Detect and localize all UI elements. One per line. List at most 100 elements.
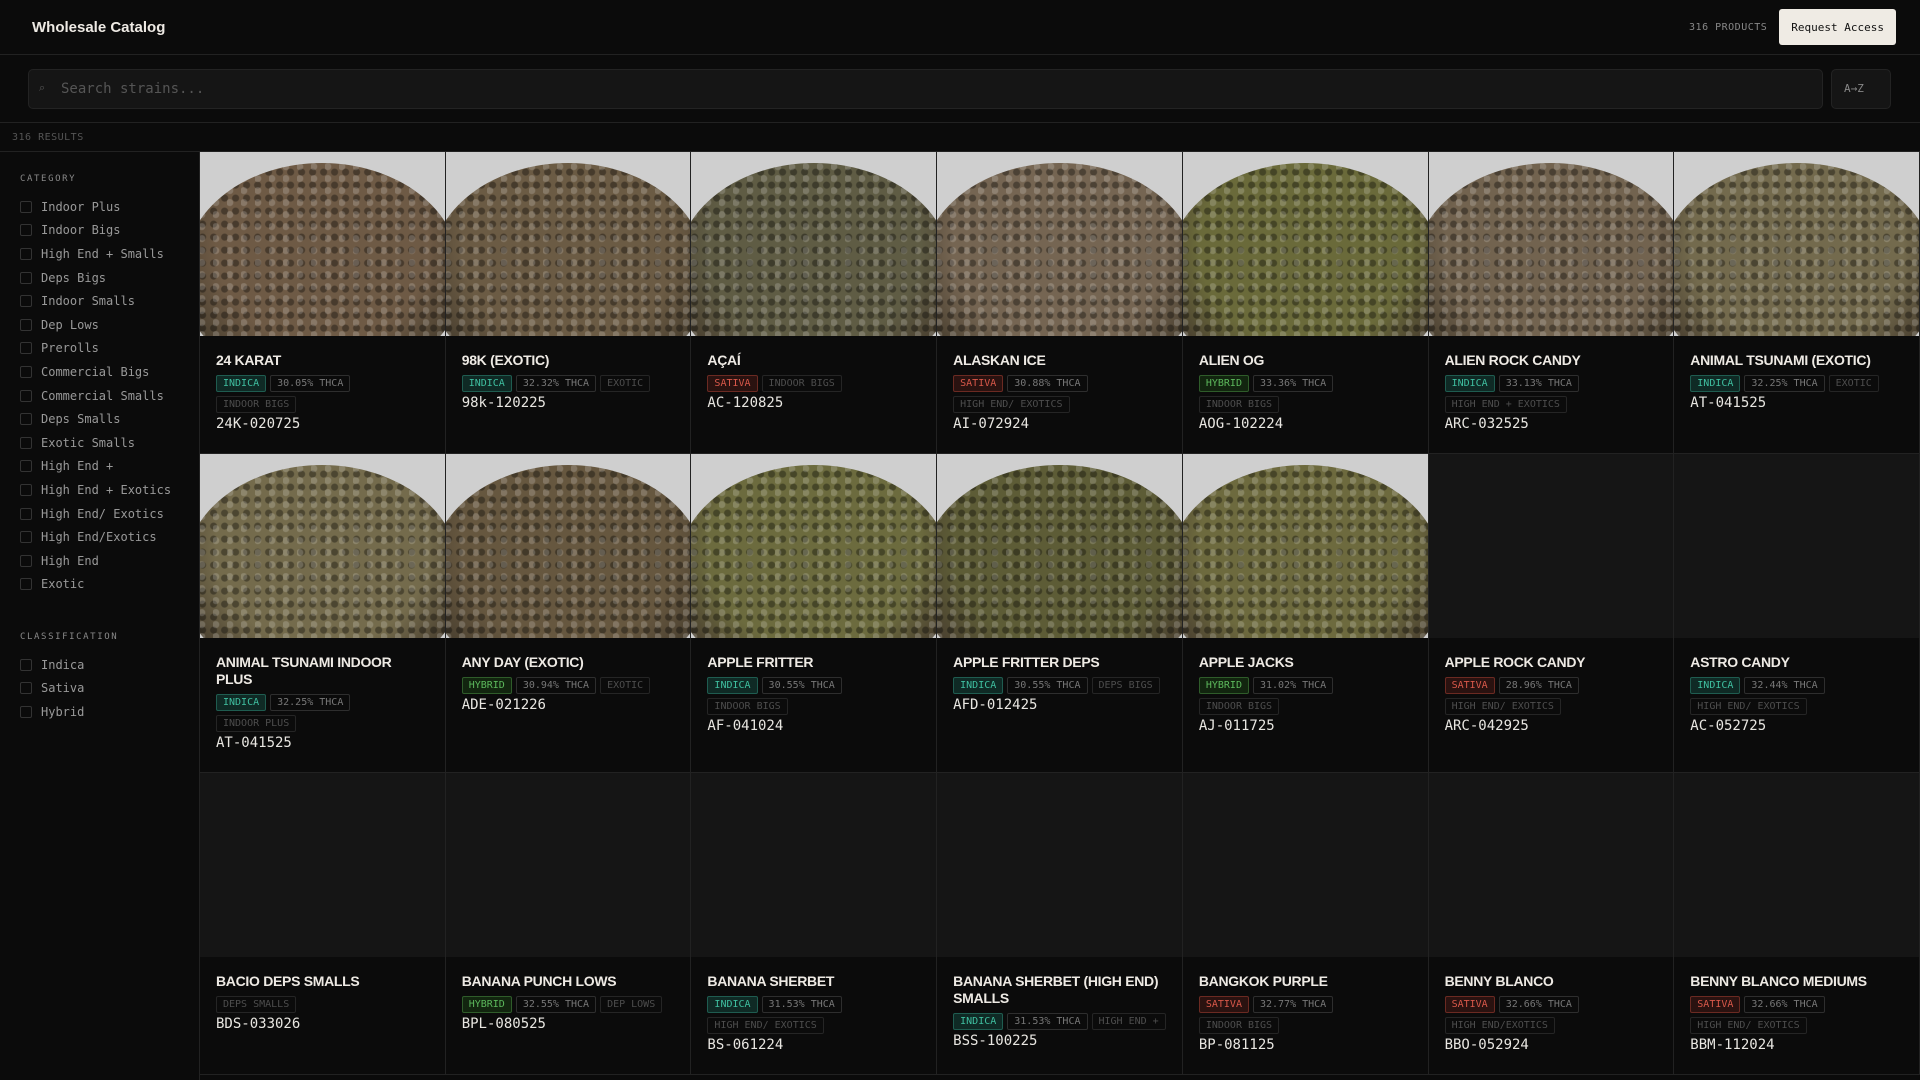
product-card[interactable]: 98K (EXOTIC) INDICA 32.32% THCA EXOTIC 98k-1… — [445, 152, 692, 454]
category-filter[interactable]: Commercial Bigs — [20, 360, 199, 384]
checkbox[interactable] — [20, 531, 32, 544]
product-image[interactable] — [1182, 454, 1428, 638]
checkbox[interactable] — [20, 318, 32, 331]
product-name: APPLE FRITTER — [707, 654, 814, 670]
product-code: AJ-011725 — [1198, 718, 1275, 734]
product-image[interactable] — [1428, 152, 1674, 336]
checkbox[interactable] — [20, 224, 32, 237]
category-filter[interactable]: Indoor Smalls — [20, 289, 199, 313]
product-card[interactable]: APPLE ROCK CANDY SATIVA 28.96% THCA HIGH EN… — [1428, 454, 1675, 773]
product-card[interactable]: BENNY BLANCO MEDIUMS SATIVA 32.66% THCA HIG… — [1674, 773, 1920, 1075]
classification-badge: SATIVA — [953, 375, 1004, 392]
classification-filter[interactable]: Hybrid — [20, 700, 199, 724]
checkbox[interactable] — [20, 706, 32, 719]
checkbox[interactable] — [20, 413, 32, 426]
classification-filter[interactable]: Indica — [20, 653, 199, 677]
sort-button[interactable]: A→Z — [1831, 68, 1891, 109]
search-box[interactable]: ⌕ — [28, 68, 1823, 109]
category-filter[interactable]: High End + Exotics — [20, 478, 199, 502]
checkbox[interactable] — [20, 554, 32, 567]
product-card[interactable]: ALIEN ROCK CANDY INDICA 33.13% THCA HIGH EN… — [1428, 152, 1675, 454]
product-image[interactable] — [445, 152, 691, 336]
product-card[interactable]: ANIMAL TSUNAMI INDOOR PLUS INDICA 32.25% T… — [200, 454, 446, 773]
product-code: AF-041024 — [707, 718, 784, 734]
product-card[interactable]: APPLE FRITTER INDICA 30.55% THCA INDOOR BIG… — [691, 454, 938, 773]
product-card[interactable]: 24 KARAT INDICA 30.05% THCA INDOOR BIGS 24K-… — [200, 152, 446, 454]
category-filter[interactable]: Commercial Smalls — [20, 384, 199, 408]
category-filter[interactable]: Exotic Smalls — [20, 431, 199, 455]
category-filter[interactable]: Indoor Bigs — [20, 219, 199, 243]
category-filter[interactable]: Exotic — [20, 573, 199, 597]
product-image[interactable] — [200, 454, 445, 638]
product-image[interactable] — [200, 152, 445, 336]
product-card[interactable]: ASTRO CANDY INDICA 32.44% THCA HIGH END/ EX… — [1674, 454, 1920, 773]
product-image-placeholder[interactable] — [1182, 773, 1428, 957]
request-access-button[interactable]: Request Access — [1779, 9, 1896, 45]
checkbox[interactable] — [20, 460, 32, 473]
checkbox[interactable] — [20, 658, 32, 671]
product-card[interactable]: ANY DAY (EXOTIC) HYBRID 30.94% THCA EXOTIC A… — [445, 454, 692, 773]
product-image-placeholder[interactable] — [445, 773, 691, 957]
checkbox[interactable] — [20, 436, 32, 449]
product-image[interactable] — [1674, 152, 1919, 336]
checkbox[interactable] — [20, 483, 32, 496]
classification-filter[interactable]: Sativa — [20, 677, 199, 701]
checkbox[interactable] — [20, 682, 32, 695]
checkbox[interactable] — [20, 389, 32, 402]
checkbox[interactable] — [20, 507, 32, 520]
category-filter[interactable]: Dep Lows — [20, 313, 199, 337]
product-image-placeholder[interactable] — [1674, 773, 1919, 957]
product-image[interactable] — [691, 454, 937, 638]
product-image[interactable] — [937, 454, 1182, 638]
product-image[interactable] — [1182, 152, 1428, 336]
product-card[interactable]: BANANA SHERBET (HIGH END) SMALLS INDICA 31… — [937, 773, 1183, 1075]
product-card[interactable]: ALASKAN ICE SATIVA 30.88% THCA HIGH END/ EX… — [937, 152, 1183, 454]
checkbox[interactable] — [20, 578, 32, 591]
checkbox[interactable] — [20, 247, 32, 260]
product-image-placeholder[interactable] — [1428, 454, 1674, 638]
category-filter[interactable]: Deps Bigs — [20, 266, 199, 290]
product-card[interactable]: APPLE FRITTER DEPS INDICA 30.55% THCA DEPS … — [937, 454, 1183, 773]
product-image-placeholder[interactable] — [691, 773, 937, 957]
product-card[interactable]: APPLE JACKS HYBRID 31.02% THCA INDOOR BIGS A… — [1182, 454, 1429, 773]
checkbox[interactable] — [20, 365, 32, 378]
category-filter[interactable]: High End/ Exotics — [20, 502, 199, 526]
product-card[interactable]: ANIMAL TSUNAMI (EXOTIC) INDICA 32.25% THCA… — [1674, 152, 1920, 454]
product-card[interactable]: BANGKOK PURPLE SATIVA 32.77% THCA INDOOR BI… — [1182, 773, 1429, 1075]
product-card[interactable]: AÇAÍ SATIVA INDOOR BIGS AC-120825 — [691, 152, 938, 454]
product-name: ASTRO CANDY — [1690, 654, 1790, 670]
category-filter[interactable]: Indoor Plus — [20, 195, 199, 219]
product-code: AOG-102224 — [1198, 416, 1284, 432]
product-image-placeholder[interactable] — [1428, 773, 1674, 957]
thca-badge: 32.55% THCA — [515, 996, 597, 1013]
category-filter[interactable]: High End + Smalls — [20, 242, 199, 266]
category-filter[interactable]: High End + — [20, 455, 199, 479]
product-image-placeholder[interactable] — [1674, 454, 1919, 638]
checkbox[interactable] — [20, 200, 32, 213]
category-filter-label: Exotic Smalls — [41, 435, 135, 450]
product-card[interactable]: BANANA PUNCH LOWS HYBRID 32.55% THCA DEP LO… — [445, 773, 692, 1075]
product-card[interactable]: BENNY BLANCO SATIVA 32.66% THCA HIGH END/EX… — [1428, 773, 1675, 1075]
product-image[interactable] — [691, 152, 937, 336]
product-card[interactable]: BANANA SHERBET INDICA 31.53% THCA HIGH END/… — [691, 773, 938, 1075]
category-filter[interactable]: Prerolls — [20, 337, 199, 361]
product-card[interactable]: BACIO DEPS SMALLS DEPS SMALLS BDS-033026 — [200, 773, 446, 1075]
checkbox[interactable] — [20, 295, 32, 308]
product-image[interactable] — [937, 152, 1182, 336]
category-badge: HIGH END/ EXOTICS — [707, 1017, 824, 1034]
product-image[interactable] — [445, 454, 691, 638]
checkbox[interactable] — [20, 342, 32, 355]
category-filter[interactable]: High End — [20, 549, 199, 573]
bud-pile-image — [200, 465, 445, 638]
category-heading: CATEGORY — [20, 174, 77, 184]
product-info: ALIEN ROCK CANDY INDICA 33.13% THCA HIGH EN… — [1429, 336, 1674, 453]
checkbox[interactable] — [20, 271, 32, 284]
category-filter[interactable]: Deps Smalls — [20, 407, 199, 431]
search-input[interactable] — [61, 80, 1822, 97]
category-filter[interactable]: High End/Exotics — [20, 525, 199, 549]
product-image-placeholder[interactable] — [937, 773, 1182, 957]
product-image-placeholder[interactable] — [200, 773, 445, 957]
thca-badge: 32.25% THCA — [1744, 375, 1825, 392]
product-info: BENNY BLANCO SATIVA 32.66% THCA HIGH END/EX… — [1429, 957, 1674, 1074]
product-card[interactable]: ALIEN OG HYBRID 33.36% THCA INDOOR BIGS AOG-… — [1182, 152, 1429, 454]
